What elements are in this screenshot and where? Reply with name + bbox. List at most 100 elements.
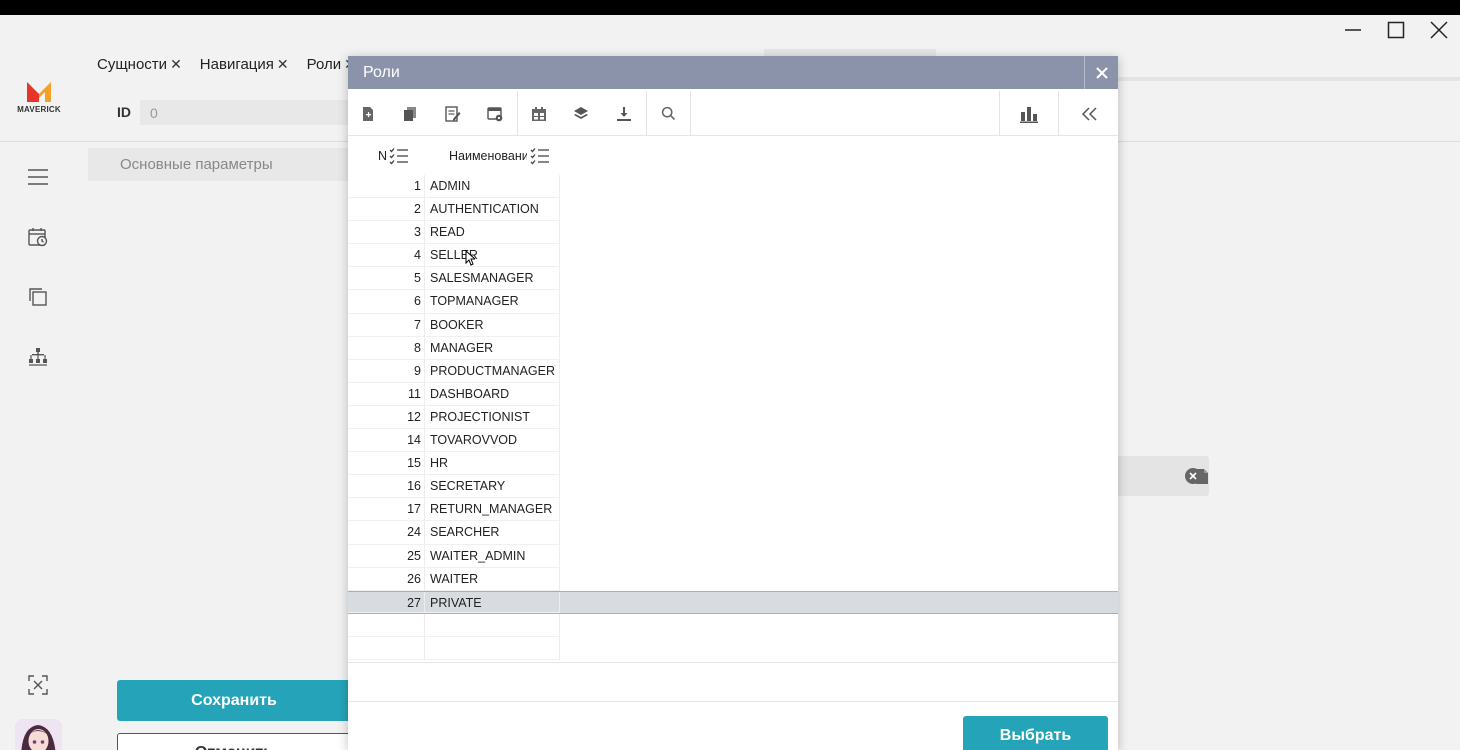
cell-role-name: MANAGER	[425, 336, 560, 360]
filter-list-icon[interactable]	[530, 147, 550, 165]
hierarchy-icon	[29, 348, 47, 366]
table-row[interactable]: 26 WAITER	[348, 567, 1118, 591]
section-main-params[interactable]: Основные параметры	[88, 148, 353, 181]
roles-dialog: Роли N Наименование 1 ADMIN 2 AUTHENTICA…	[348, 56, 1118, 750]
table-row[interactable]: 4 SELLER	[348, 244, 1118, 268]
cell-role-name: SECRETARY	[425, 475, 560, 499]
table-row[interactable]: 25 WAITER_ADMIN	[348, 544, 1118, 568]
cell-number: 16	[348, 475, 425, 499]
table-row[interactable]: 2 AUTHENTICATION	[348, 198, 1118, 222]
chart-button[interactable]	[1000, 91, 1058, 136]
grid-footer	[348, 662, 1118, 702]
table-row[interactable]: 27 PRIVATE	[348, 590, 1118, 614]
column-header-n[interactable]: N	[378, 138, 409, 174]
table-row[interactable]: 14 TOVAROVVOD	[348, 429, 1118, 453]
table-row[interactable]: 3 READ	[348, 221, 1118, 245]
calendar-clock-icon	[28, 228, 48, 247]
select-button[interactable]: Выбрать	[963, 716, 1108, 750]
collapse-panel-button[interactable]	[24, 671, 52, 699]
copy-record-button[interactable]	[398, 91, 422, 136]
layers-button[interactable]	[569, 91, 593, 136]
search-icon	[661, 106, 675, 121]
double-chevron-left-icon	[1081, 106, 1097, 121]
cell-role-name: READ	[425, 221, 560, 245]
table-row[interactable]: 11 DASHBOARD	[348, 382, 1118, 406]
cell-role-name	[425, 613, 560, 637]
cell-number: 27	[348, 591, 425, 613]
copy-button[interactable]	[24, 283, 52, 311]
calendar-button[interactable]	[527, 91, 551, 136]
dialog-header: Роли	[348, 56, 1118, 89]
cell-number: 25	[348, 544, 425, 568]
cell-number: 3	[348, 221, 425, 245]
table-row[interactable]: 12 PROJECTIONIST	[348, 405, 1118, 430]
history-button[interactable]	[24, 223, 52, 251]
clear-file-button[interactable]	[1185, 468, 1201, 484]
table-row[interactable]: 8 MANAGER	[348, 336, 1118, 360]
cell-number: 4	[348, 244, 425, 268]
tab-close-icon[interactable]: ✕	[277, 56, 289, 73]
edit-record-button[interactable]	[441, 91, 465, 136]
copy-document-icon	[404, 106, 416, 121]
edit-document-icon	[445, 105, 461, 122]
logo: MAVERICK	[7, 78, 71, 114]
cell-number: 6	[348, 290, 425, 314]
tab-label: Навигация	[199, 55, 274, 73]
column-title: N	[378, 149, 388, 163]
dialog-toolbar	[348, 91, 1118, 136]
column-header-name[interactable]: Наименование	[449, 138, 559, 174]
cell-role-name: WAITER_ADMIN	[425, 544, 560, 568]
sidebar: MAVERICK	[0, 15, 77, 750]
table-row[interactable]: 16 SECRETARY	[348, 475, 1118, 499]
cell-role-name	[425, 636, 560, 660]
tab-entities[interactable]: Сущности ✕	[77, 49, 192, 79]
cell-number: 5	[348, 267, 425, 291]
cancel-button[interactable]: Отменить	[117, 733, 351, 750]
cell-number	[348, 636, 425, 660]
cell-role-name: HR	[425, 452, 560, 476]
tab-close-icon[interactable]: ✕	[170, 56, 182, 73]
clear-icon	[1189, 472, 1197, 480]
cell-role-name: PROJECTIONIST	[425, 405, 560, 430]
table-row[interactable]: 5 SALESMANAGER	[348, 267, 1118, 291]
menu-icon	[28, 169, 48, 185]
window-settings-button[interactable]	[483, 91, 507, 136]
tab-navigation[interactable]: Навигация ✕	[192, 49, 299, 79]
cell-role-name: SALESMANAGER	[425, 267, 560, 291]
cell-role-name: TOPMANAGER	[425, 290, 560, 314]
table-row[interactable]: 9 PRODUCTMANAGER	[348, 359, 1118, 383]
cell-number: 9	[348, 359, 425, 383]
cell-role-name: WAITER	[425, 567, 560, 591]
table-row[interactable]: 1 ADMIN	[348, 175, 1118, 199]
collapse-toolbar-button[interactable]	[1059, 91, 1118, 136]
table-row[interactable]: 24 SEARCHER	[348, 521, 1118, 545]
mouse-cursor-icon	[465, 250, 475, 266]
cell-number: 12	[348, 405, 425, 430]
cell-role-name: PRIVATE	[425, 591, 560, 613]
table-row[interactable]: 7 BOOKER	[348, 313, 1118, 337]
search-button[interactable]	[656, 91, 680, 136]
collapse-icon	[28, 675, 48, 695]
save-button[interactable]: Сохранить	[117, 680, 351, 721]
cell-role-name: RETURN_MANAGER	[425, 498, 560, 522]
menu-button[interactable]	[24, 163, 52, 191]
import-button[interactable]	[612, 91, 636, 136]
empty-row	[348, 613, 1118, 637]
avatar[interactable]	[15, 719, 62, 750]
new-record-button[interactable]	[356, 91, 380, 136]
table-row[interactable]: 15 HR	[348, 452, 1118, 476]
cell-number: 24	[348, 521, 425, 545]
id-label: ID	[117, 104, 131, 120]
cell-role-name: SEARCHER	[425, 521, 560, 545]
table-row[interactable]: 17 RETURN_MANAGER	[348, 498, 1118, 522]
table-row[interactable]: 6 TOPMANAGER	[348, 290, 1118, 314]
cell-number: 15	[348, 452, 425, 476]
filter-list-icon[interactable]	[389, 147, 409, 165]
dialog-close-button[interactable]	[1084, 56, 1118, 89]
grid-rows: 1 ADMIN 2 AUTHENTICATION 3 READ 4 SELLER 5 SALESM…	[348, 175, 1118, 660]
import-icon	[617, 106, 631, 121]
id-input[interactable]	[140, 100, 360, 125]
hierarchy-button[interactable]	[24, 343, 52, 371]
cell-number: 14	[348, 429, 425, 453]
toolbar-separator	[690, 91, 691, 136]
